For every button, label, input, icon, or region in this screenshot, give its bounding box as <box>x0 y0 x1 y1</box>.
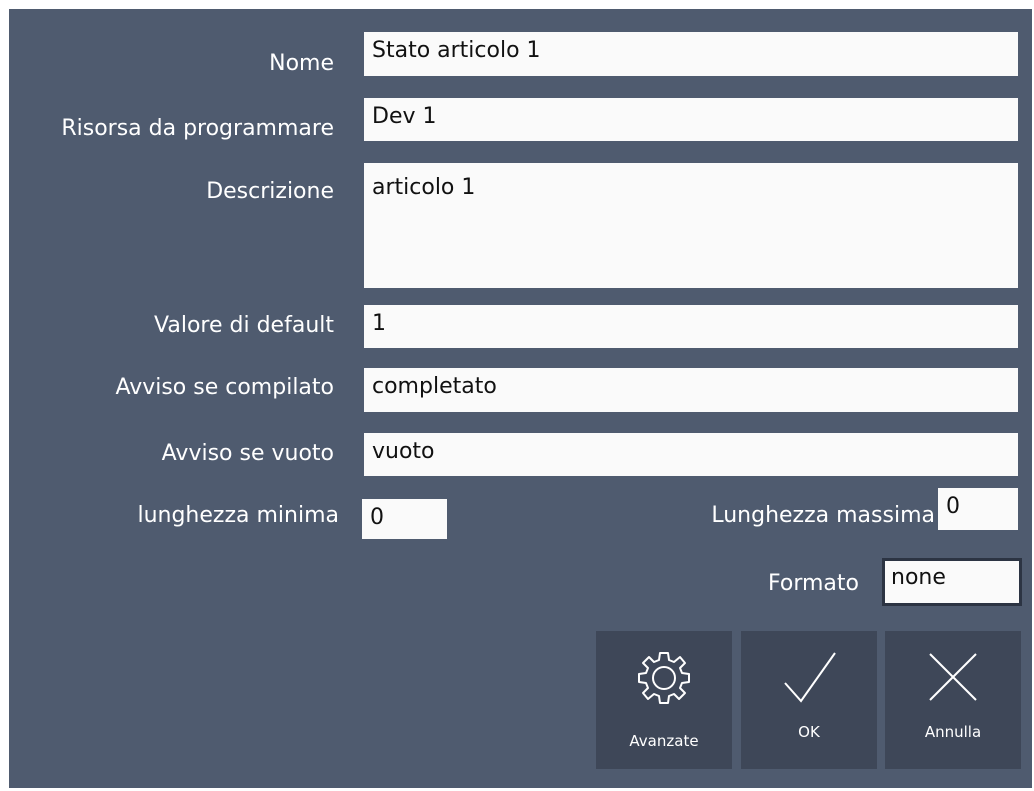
lunghezza-massima-label: Lunghezza massima <box>711 503 935 528</box>
risorsa-label: Risorsa da programmare <box>61 116 334 141</box>
descrizione-label: Descrizione <box>206 179 334 204</box>
default-label: Valore di default <box>154 313 334 338</box>
avanzate-button[interactable]: Avanzate <box>596 631 732 769</box>
annulla-button[interactable]: Annulla <box>885 631 1021 769</box>
nome-field[interactable]: Stato articolo 1 <box>364 32 1018 76</box>
formato-label: Formato <box>768 571 859 596</box>
lunghezza-minima-field[interactable]: 0 <box>362 499 447 539</box>
formato-select[interactable]: none <box>882 558 1022 606</box>
avviso-compilato-field[interactable]: completato <box>364 368 1018 412</box>
gear-icon <box>596 645 732 709</box>
ok-label: OK <box>798 723 820 741</box>
ok-button[interactable]: OK <box>741 631 877 769</box>
annulla-label: Annulla <box>924 723 982 741</box>
descrizione-field[interactable]: articolo 1 <box>364 163 1018 288</box>
avviso-vuoto-label: Avviso se vuoto <box>161 441 334 466</box>
nome-label: Nome <box>269 51 334 76</box>
check-icon <box>741 645 877 709</box>
risorsa-field[interactable]: Dev 1 <box>364 98 1018 141</box>
lunghezza-massima-field[interactable]: 0 <box>938 488 1018 530</box>
dialog-panel: Nome Stato articolo 1 Risorsa da program… <box>9 9 1032 788</box>
avanzate-label: Avanzate <box>629 732 699 750</box>
avviso-compilato-label: Avviso se compilato <box>115 375 334 400</box>
close-icon <box>885 645 1021 709</box>
lunghezza-minima-label: lunghezza minima <box>137 503 339 528</box>
avviso-vuoto-field[interactable]: vuoto <box>364 433 1018 476</box>
default-field[interactable]: 1 <box>364 305 1018 348</box>
